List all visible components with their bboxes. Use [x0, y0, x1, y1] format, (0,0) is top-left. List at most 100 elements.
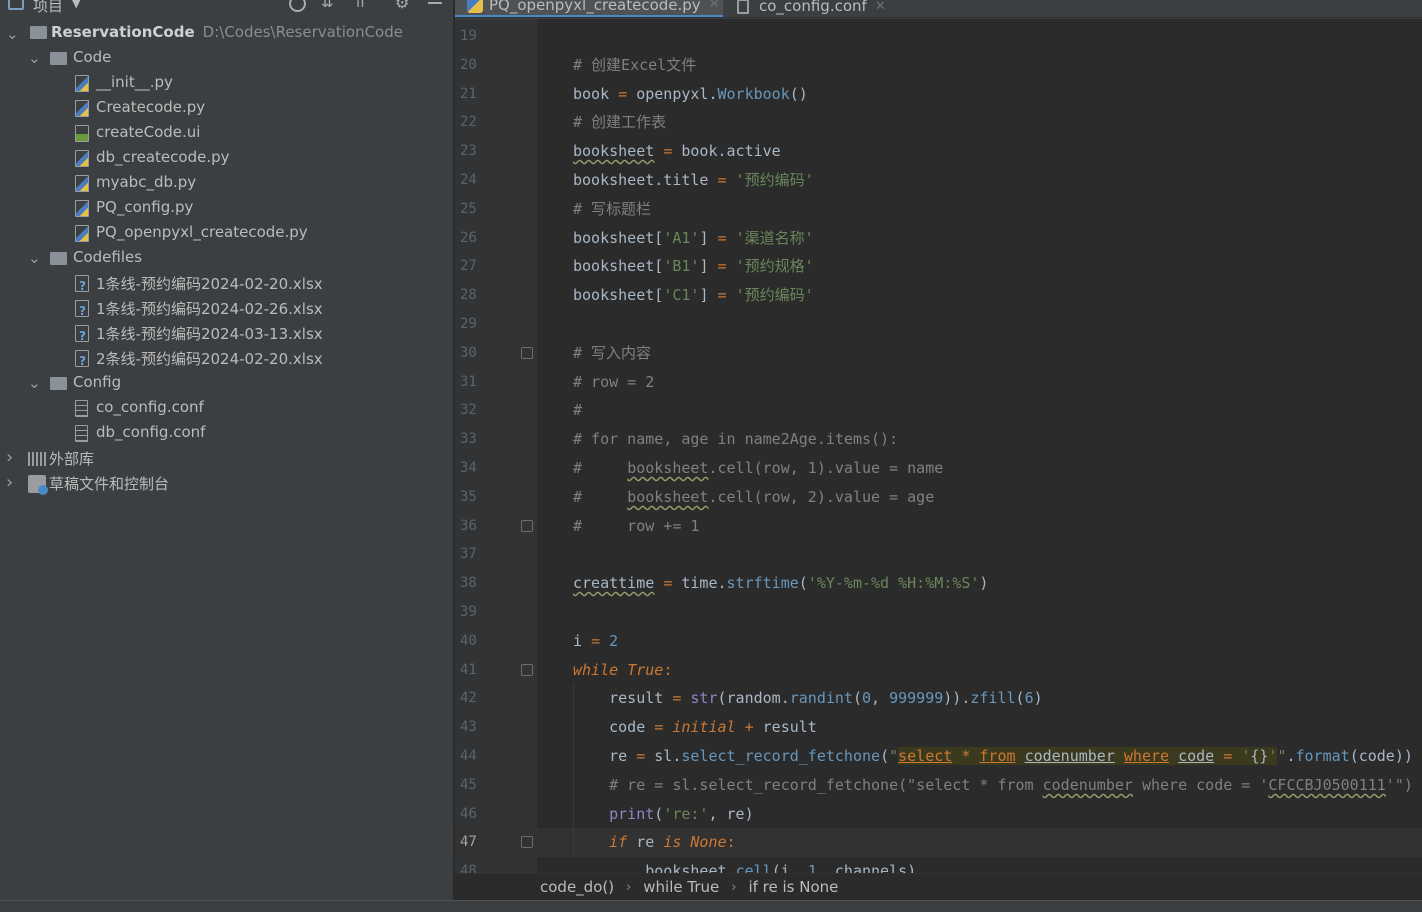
editor-tab-bar: PQ_openpyxl_createcode.py ✕ co_config.co… — [455, 0, 1422, 18]
question-mark-icon: ? — [79, 354, 86, 368]
line-number: 29 — [460, 316, 477, 332]
line-number: 46 — [460, 805, 477, 822]
python-file-icon — [75, 175, 89, 192]
code-line: # 写标题栏 — [573, 199, 652, 218]
tree-item[interactable]: ⌄ Config — [0, 371, 453, 396]
line-number: 22 — [460, 114, 477, 131]
code-line: result = str(random.randint(0, 999999)).… — [573, 689, 1043, 708]
tree-item-label: 1条线-预约编码2024-03-13.xlsx — [96, 325, 323, 343]
code-line: while True: — [573, 660, 673, 679]
project-view-icon[interactable] — [8, 0, 24, 10]
tree-item[interactable]: Createcode.py — [0, 96, 453, 121]
breadcrumb-item[interactable]: code_do() — [540, 878, 614, 896]
close-icon[interactable]: ✕ — [875, 0, 886, 14]
tree-item[interactable]: db_config.conf — [0, 421, 453, 446]
chevron-right-icon[interactable]: › — [6, 447, 20, 468]
line-number: 21 — [460, 85, 477, 102]
chevron-down-icon[interactable]: ⌄ — [28, 374, 42, 392]
unknown-file-icon: ? — [75, 325, 89, 343]
tree-item[interactable]: createCode.ui — [0, 121, 453, 146]
code-line: # row += 1 — [573, 516, 700, 535]
tree-item-label: 外部库 — [49, 450, 95, 468]
project-panel-title[interactable]: 项目 — [33, 0, 63, 16]
breadcrumb-item[interactable]: while True — [643, 878, 719, 896]
code-line: # 创建Excel文件 — [573, 55, 697, 74]
minimize-icon[interactable] — [428, 2, 442, 4]
line-number: 43 — [460, 719, 477, 736]
ui-file-icon — [75, 125, 89, 142]
tree-item-label: PQ_config.py — [96, 198, 194, 216]
python-file-icon — [75, 225, 89, 242]
code-line: # row = 2 — [573, 372, 655, 391]
chevron-down-icon[interactable]: ⌄ — [6, 25, 20, 43]
folder-icon — [30, 26, 47, 39]
code-line: # — [573, 401, 583, 420]
tree-item[interactable]: ? 2条线-预约编码2024-02-20.xlsx — [0, 346, 453, 371]
line-number: 34 — [460, 460, 477, 476]
tree-item-label: Code — [73, 48, 112, 66]
tree-item[interactable]: __init__.py — [0, 71, 453, 96]
gear-icon[interactable]: ⚙ — [395, 0, 409, 12]
expand-all-icon[interactable]: ⇊ — [321, 0, 334, 11]
tree-item[interactable]: ? 1条线-预约编码2024-02-26.xlsx — [0, 296, 453, 321]
tree-item[interactable]: ? 1条线-预约编码2024-02-20.xlsx — [0, 271, 453, 296]
tree-item[interactable]: ? 1条线-预约编码2024-03-13.xlsx — [0, 321, 453, 346]
line-number: 32 — [460, 402, 477, 419]
tree-root[interactable]: ⌄ ReservationCode D:\Codes\ReservationCod… — [0, 21, 453, 46]
fold-marker-icon[interactable] — [521, 663, 533, 676]
line-number: 44 — [460, 748, 477, 764]
line-number: 42 — [460, 690, 477, 707]
line-number: 47 — [460, 834, 477, 851]
code-line: booksheet = book.active — [573, 142, 781, 161]
root-project-path: D:\Codes\ReservationCode — [202, 23, 403, 41]
chevron-down-icon[interactable]: ▼ — [72, 0, 80, 10]
fold-marker-icon[interactable] — [521, 836, 533, 849]
line-number: 36 — [460, 517, 477, 534]
tree-item[interactable]: PQ_openpyxl_createcode.py — [0, 221, 453, 246]
scratch-console-icon — [28, 475, 48, 495]
tab-pq-openpyxl-createcode[interactable]: PQ_openpyxl_createcode.py ✕ — [455, 0, 723, 17]
tree-item[interactable]: myabc_db.py — [0, 171, 453, 196]
chevron-down-icon[interactable]: ⌄ — [28, 249, 42, 267]
unknown-file-icon: ? — [75, 275, 89, 293]
breadcrumb: code_do() › while True › if re is None — [455, 873, 1422, 900]
fold-marker-icon[interactable] — [521, 346, 533, 359]
tree-item[interactable]: › 外部库 — [0, 446, 453, 471]
line-number: 39 — [460, 604, 477, 620]
line-number: 28 — [460, 287, 477, 304]
project-panel-header: 项目 ▼ ⇊ ⇈ ⚙ — [0, 0, 453, 16]
ide-window: 项目 ▼ ⇊ ⇈ ⚙ ⌄ ReservationCode D:\Codes\Res… — [0, 0, 1422, 912]
line-number-gutter[interactable]: 19 20 21 22 23 24 25 26 27 28 29 30 31 32 33 34 35 36 37 38… — [455, 19, 537, 873]
code-line: i = 2 — [573, 631, 619, 650]
code-editor[interactable]: # 创建Excel文件 book = openpyxl.Workbook() # 创… — [537, 19, 1422, 873]
code-line: code = initial + result — [573, 718, 817, 737]
tree-item[interactable]: › 草稿文件和控制台 — [0, 471, 453, 496]
locate-icon[interactable] — [289, 0, 306, 12]
tree-item-label: co_config.conf — [96, 398, 204, 416]
tree-item[interactable]: co_config.conf — [0, 396, 453, 421]
tree-item-label: 2条线-预约编码2024-02-20.xlsx — [96, 350, 323, 368]
tree-item[interactable]: db_createcode.py — [0, 146, 453, 171]
tab-co-config[interactable]: co_config.conf ✕ — [737, 0, 886, 17]
folder-icon — [50, 252, 67, 265]
chevron-right-icon[interactable]: › — [6, 472, 20, 493]
code-line: booksheet.cell(i, 1, channels) — [573, 862, 917, 873]
code-line: # 写入内容 — [573, 343, 652, 362]
folder-icon — [50, 52, 67, 65]
close-icon[interactable]: ✕ — [709, 0, 720, 12]
tree-item[interactable]: ⌄ Codefiles — [0, 246, 453, 271]
tree-item-label: myabc_db.py — [96, 173, 197, 191]
tree-item[interactable]: ⌄ Code — [0, 46, 453, 71]
breadcrumb-item[interactable]: if re is None — [748, 878, 838, 896]
fold-marker-icon[interactable] — [521, 519, 533, 532]
collapse-all-icon[interactable]: ⇈ — [354, 0, 367, 11]
code-line: re = sl.select_record_fetchone("select *… — [573, 747, 1413, 765]
tree-item[interactable]: PQ_config.py — [0, 196, 453, 221]
line-number: 20 — [460, 56, 477, 73]
line-number: 35 — [460, 488, 477, 505]
chevron-down-icon[interactable]: ⌄ — [28, 49, 42, 67]
code-line: # 创建工作表 — [573, 113, 667, 132]
line-number: 25 — [460, 200, 477, 217]
code-line: # for name, age in name2Age.items(): — [573, 430, 899, 449]
indent-guide — [573, 684, 574, 858]
